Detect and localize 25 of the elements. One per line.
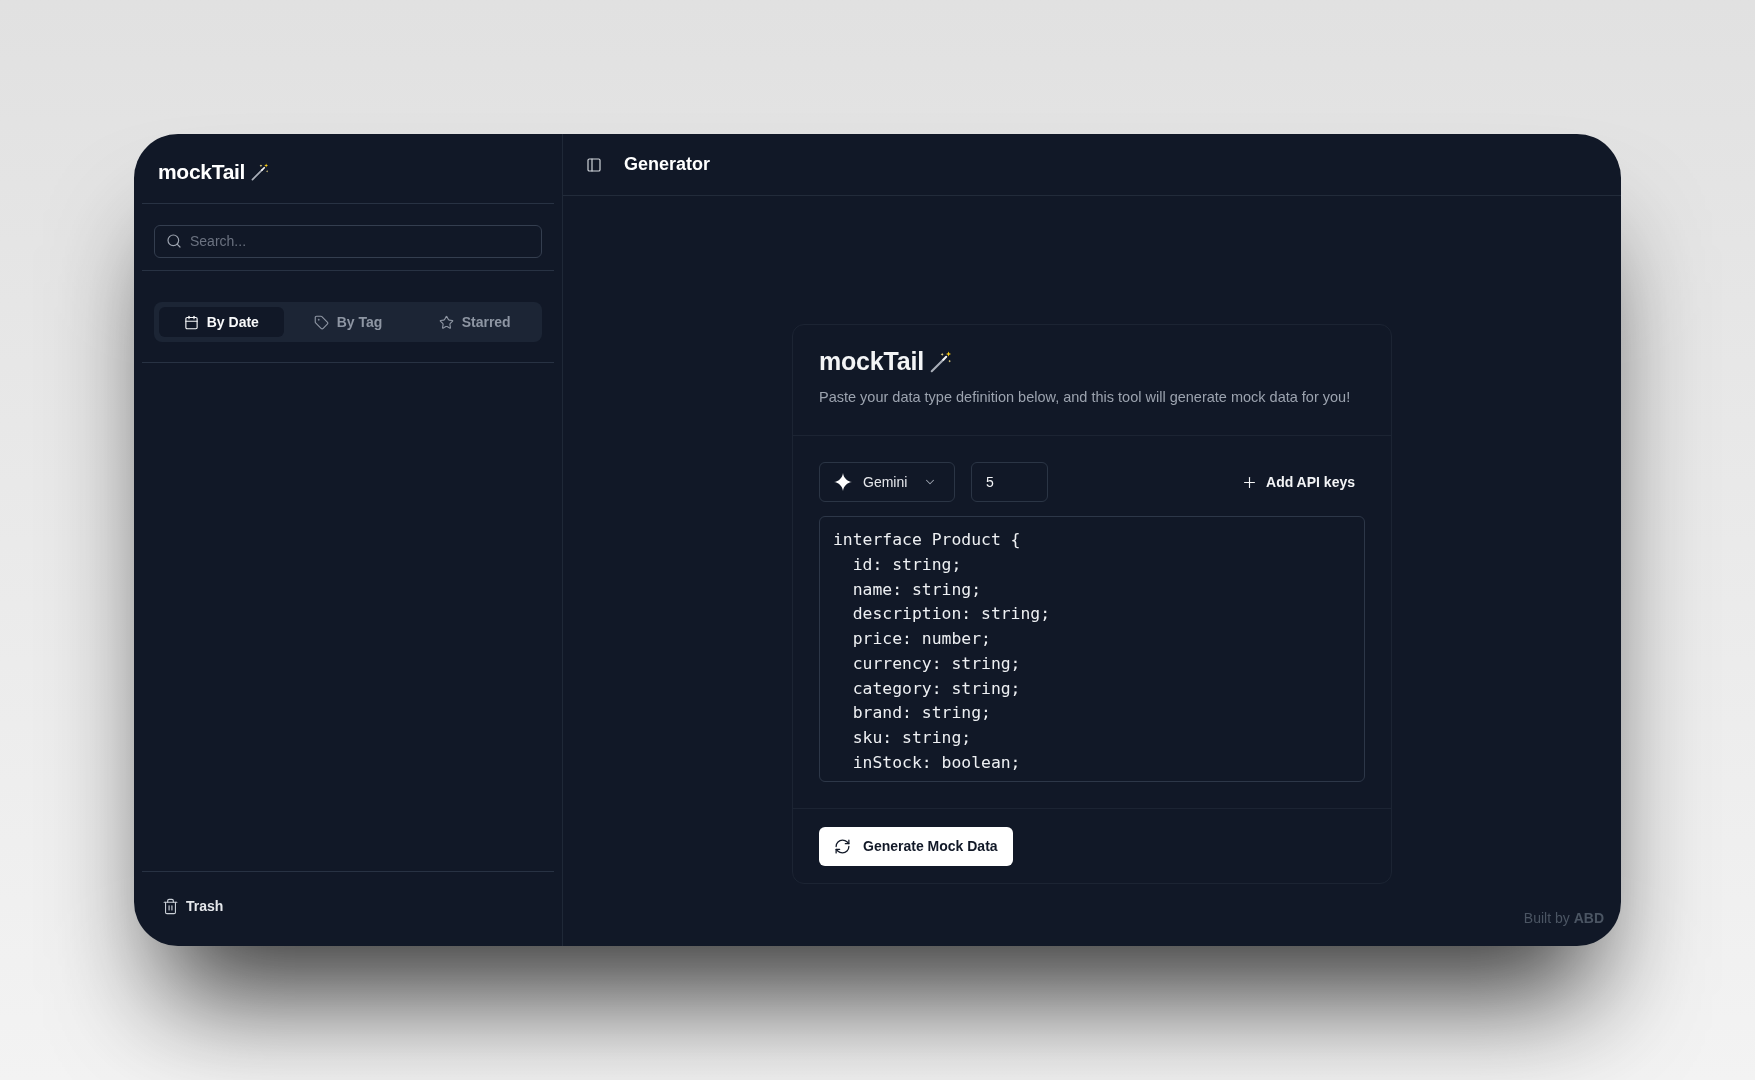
refresh-icon xyxy=(834,838,851,855)
view-tab[interactable]: Starred xyxy=(412,307,537,337)
view-tab[interactable]: By Tag xyxy=(285,307,411,337)
type-definition-editor[interactable]: interface Product { id: string; name: string; description: string; price: number; currency: string; category: string; brand: string; sku: string; inStock: boolean; xyxy=(819,516,1365,782)
count-input[interactable]: 5 xyxy=(971,462,1048,502)
panel-icon xyxy=(586,156,602,173)
star-icon xyxy=(438,314,454,330)
card-description: Paste your data type definition below, and this tool will generate mock data for you! xyxy=(819,388,1352,406)
app-title: mockTail xyxy=(158,158,246,185)
page-title: Generator xyxy=(624,153,711,176)
trash-icon xyxy=(162,898,179,915)
search-field[interactable]: Search... xyxy=(154,224,542,258)
credit-text: Built by ABD xyxy=(1523,910,1604,926)
generate-button[interactable]: Generate Mock Data xyxy=(819,827,1013,866)
sparkle-icon xyxy=(834,473,852,491)
trash-button[interactable]: Trash xyxy=(154,894,232,919)
card-title: mockTail xyxy=(819,346,924,378)
add-api-keys-button[interactable]: Add API keys xyxy=(1231,462,1365,502)
magic-wand-icon xyxy=(251,162,270,181)
calendar-icon xyxy=(183,314,199,330)
view-tab[interactable]: By Date xyxy=(159,307,284,337)
model-select[interactable]: Gemini xyxy=(819,462,955,502)
tag-icon xyxy=(313,314,329,330)
magic-wand-icon xyxy=(929,351,952,373)
search-icon xyxy=(166,233,182,249)
